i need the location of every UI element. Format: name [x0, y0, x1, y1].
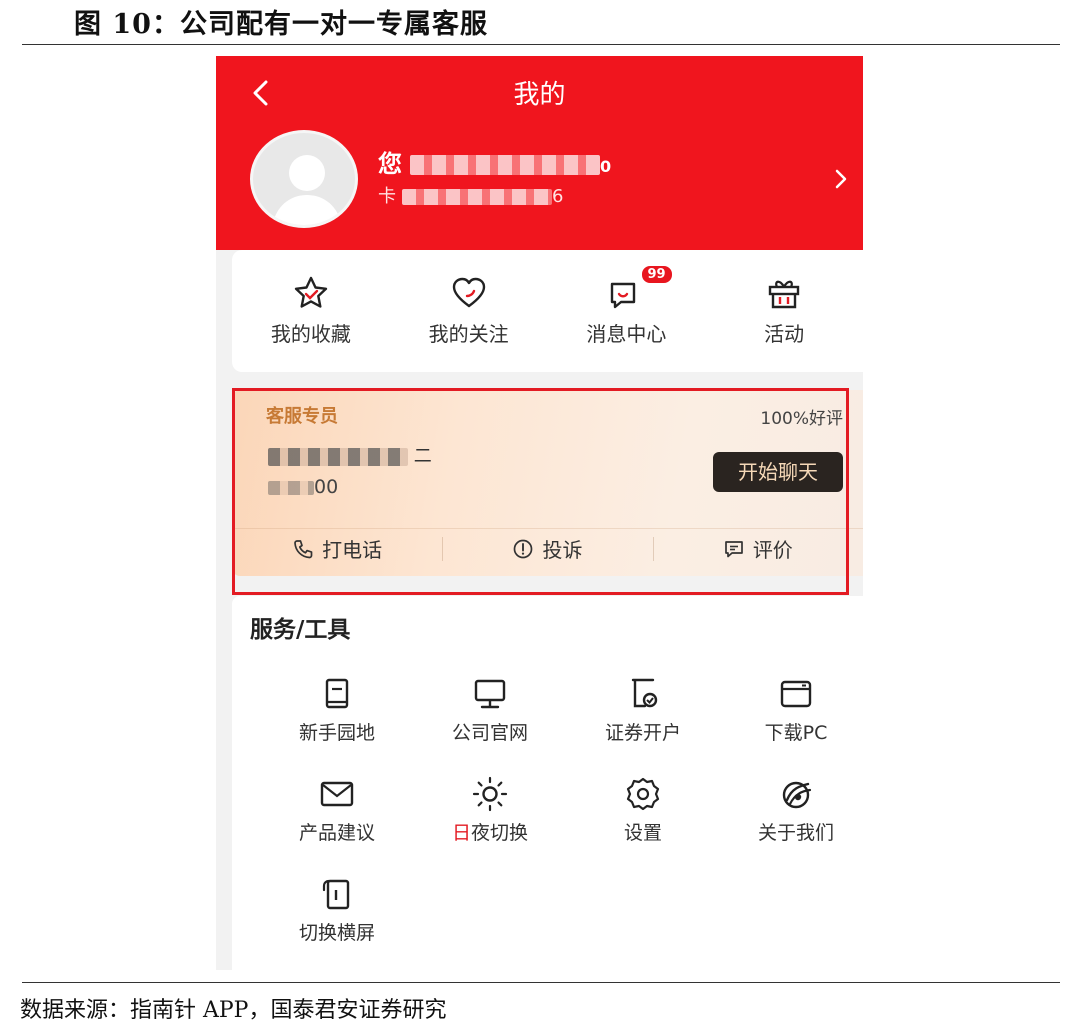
avatar[interactable] — [250, 130, 358, 228]
app-screenshot: 我的 您0 卡6 我的收藏 我的关注 99 消息中心 活动 客服专员 100%好… — [216, 56, 863, 970]
quick-label: 活动 — [764, 322, 805, 346]
tool-label: 关于我们 — [757, 822, 834, 844]
rotate-screen-icon — [322, 879, 350, 910]
tool-official-site[interactable]: 公司官网 — [415, 676, 565, 745]
tool-label: 证券开户 — [604, 722, 681, 744]
heart-icon — [452, 277, 485, 308]
about-icon — [782, 781, 812, 809]
account-open-icon — [631, 678, 658, 708]
user-card-number: 卡6 — [378, 182, 563, 208]
label-highlight: 日 — [451, 822, 471, 844]
user-silhouette-icon — [272, 155, 342, 225]
mail-icon — [320, 781, 354, 807]
section-title: 服务/工具 — [250, 617, 351, 643]
monitor-icon — [474, 679, 506, 709]
figure-title: 图 10：公司配有一对一专属客服 — [74, 9, 488, 40]
tool-label: 切换横屏 — [298, 922, 375, 944]
tool-rotate-screen[interactable]: 切换横屏 — [262, 876, 412, 945]
tool-label: 产品建议 — [298, 822, 375, 844]
tool-beginners[interactable]: 新手园地 — [262, 676, 412, 745]
profile-header: 我的 您0 卡6 — [216, 56, 863, 250]
sun-icon — [472, 776, 508, 812]
tool-label: 公司官网 — [451, 722, 528, 744]
quick-label: 消息中心 — [586, 322, 667, 346]
quick-item-follow[interactable]: 我的关注 — [390, 250, 548, 372]
card-prefix: 卡 — [378, 186, 396, 207]
label-rest: 夜切换 — [471, 822, 529, 844]
quick-label: 我的收藏 — [270, 322, 351, 346]
tool-product-suggestion[interactable]: 产品建议 — [262, 776, 412, 845]
tool-open-account[interactable]: 证券开户 — [568, 676, 718, 745]
settings-icon — [626, 777, 660, 811]
tool-label: 新手园地 — [298, 722, 375, 744]
chevron-right-icon[interactable] — [833, 168, 849, 190]
quick-item-activity[interactable]: 活动 — [705, 250, 863, 372]
user-name: 您0 — [378, 144, 613, 179]
unread-badge: 99 — [639, 264, 674, 285]
tool-label: 设置 — [623, 822, 662, 844]
tool-label: 日夜切换 — [452, 818, 528, 845]
card-suffix: 6 — [552, 186, 564, 207]
tool-about-us[interactable]: 关于我们 — [721, 776, 863, 845]
redacted-block — [410, 155, 600, 175]
user-name-suffix: 0 — [600, 157, 614, 176]
tool-label: 下载PC — [764, 722, 828, 744]
quick-actions: 我的收藏 我的关注 99 消息中心 活动 — [232, 250, 863, 372]
top-rule — [22, 44, 1060, 45]
window-icon — [780, 680, 812, 708]
quick-item-messages[interactable]: 99 消息中心 — [548, 250, 706, 372]
page-title: 我的 — [513, 80, 566, 110]
user-name-prefix: 您 — [378, 150, 404, 178]
tool-download-pc[interactable]: 下载PC — [721, 676, 863, 745]
tool-settings[interactable]: 设置 — [568, 776, 718, 845]
book-icon — [325, 678, 349, 709]
redacted-block — [402, 189, 552, 205]
bottom-rule — [22, 982, 1060, 983]
gift-icon — [768, 280, 800, 309]
message-icon — [611, 282, 636, 309]
star-check-icon — [294, 276, 328, 308]
figure-source: 数据来源：指南针 APP，国泰君安证券研究 — [20, 998, 447, 1023]
tool-day-night[interactable]: 日夜切换 — [415, 776, 565, 845]
highlight-box — [232, 388, 849, 595]
quick-label: 我的关注 — [428, 322, 509, 346]
service-tools-section: 服务/工具 新手园地 公司官网 证券开户 下载PC 产品建议 日夜切换 设置 关… — [232, 596, 863, 970]
quick-item-favorites[interactable]: 我的收藏 — [232, 250, 390, 372]
